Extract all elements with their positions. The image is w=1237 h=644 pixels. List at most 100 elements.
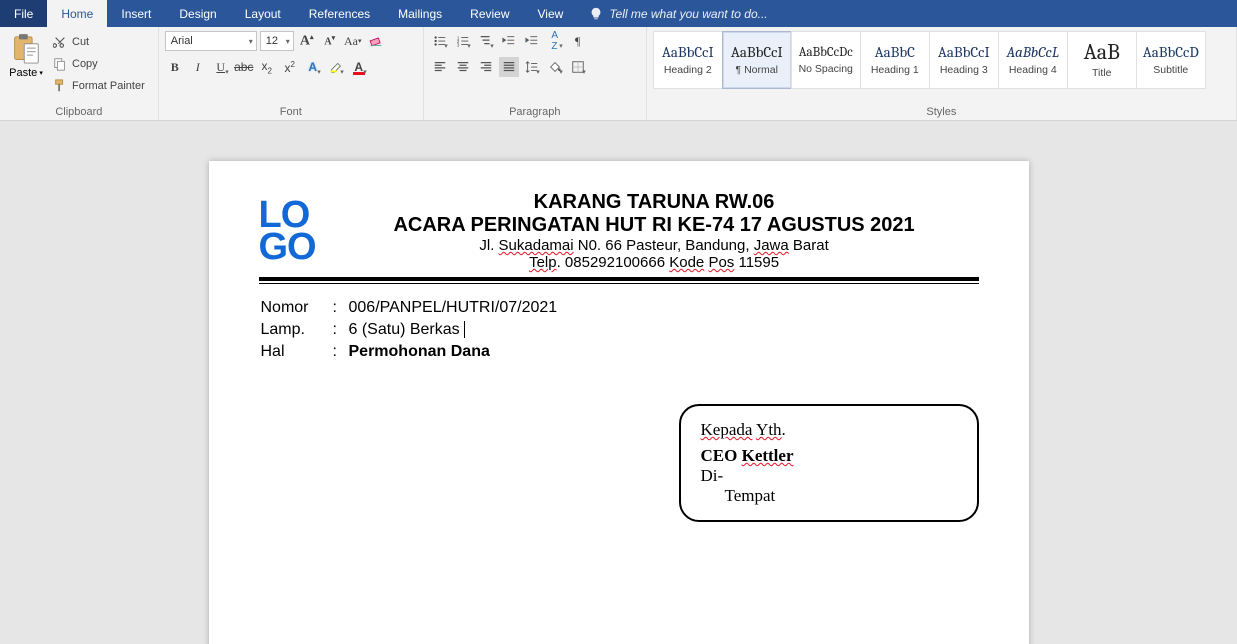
lamp-label: Lamp. xyxy=(261,320,331,340)
justify-icon xyxy=(502,60,516,74)
style-tile-heading-3[interactable]: AaBbCcIHeading 3 xyxy=(929,31,999,89)
numbering-button[interactable]: 123 xyxy=(453,31,473,51)
hal-value: Permohonan Dana xyxy=(349,342,558,362)
style-tile-subtitle[interactable]: AaBbCcDSubtitle xyxy=(1136,31,1206,89)
ribbon: Paste▾ Cut Copy Format Painter Clipboard xyxy=(0,27,1237,121)
font-name-combo[interactable]: Arial▾ xyxy=(165,31,257,51)
document-area[interactable]: LO GO KARANG TARUNA RW.06 ACARA PERINGAT… xyxy=(0,121,1237,644)
style-tile--normal[interactable]: AaBbCcI ¶ Normal xyxy=(722,31,792,89)
shrink-font-button[interactable]: A▾ xyxy=(320,31,340,51)
align-right-icon xyxy=(479,60,493,74)
grow-font-button[interactable]: A▴ xyxy=(297,31,317,51)
tab-mailings[interactable]: Mailings xyxy=(384,0,456,27)
multilevel-button[interactable] xyxy=(476,31,496,51)
line-spacing-button[interactable] xyxy=(522,57,542,77)
tab-view[interactable]: View xyxy=(524,0,578,27)
outdent-icon xyxy=(502,34,516,48)
group-paragraph: 123 AZ ¶ Paragraph xyxy=(424,27,647,120)
bullets-button[interactable] xyxy=(430,31,450,51)
addr-tempat: Tempat xyxy=(701,486,957,506)
italic-button[interactable]: I xyxy=(188,57,208,77)
style-label: ¶ Normal xyxy=(736,64,778,76)
tab-file[interactable]: File xyxy=(0,0,47,27)
font-size-value: 12 xyxy=(266,35,278,47)
align-right-button[interactable] xyxy=(476,57,496,77)
show-marks-button[interactable]: ¶ xyxy=(568,31,588,51)
style-tile-no-spacing[interactable]: AaBbCcDcNo Spacing xyxy=(791,31,861,89)
align-left-button[interactable] xyxy=(430,57,450,77)
logo: LO GO xyxy=(259,199,316,264)
increase-indent-button[interactable] xyxy=(522,31,542,51)
style-tile-heading-2[interactable]: AaBbCcIHeading 2 xyxy=(653,31,723,89)
tab-references[interactable]: References xyxy=(295,0,384,27)
tab-insert[interactable]: Insert xyxy=(107,0,165,27)
tell-me[interactable]: Tell me what you want to do... xyxy=(577,0,767,27)
copy-button[interactable]: Copy xyxy=(50,55,148,73)
scissors-icon xyxy=(53,35,67,49)
page[interactable]: LO GO KARANG TARUNA RW.06 ACARA PERINGAT… xyxy=(209,161,1029,644)
menu-tabs: File Home Insert Design Layout Reference… xyxy=(0,0,1237,27)
justify-button[interactable] xyxy=(499,57,519,77)
font-color-button[interactable]: A xyxy=(349,57,369,77)
clear-formatting-button[interactable] xyxy=(366,31,386,51)
logo-bottom: GO xyxy=(259,231,316,263)
group-font: Arial▾ 12▾ A▴ A▾ Aa▾ B I U abc x2 x2 A A… xyxy=(159,27,424,120)
tab-layout[interactable]: Layout xyxy=(231,0,295,27)
align-center-button[interactable] xyxy=(453,57,473,77)
style-label: Heading 1 xyxy=(871,64,919,76)
head-line2: ACARA PERINGATAN HUT RI KE-74 17 AGUSTUS… xyxy=(330,214,979,237)
tab-home[interactable]: Home xyxy=(47,0,107,27)
underline-button[interactable]: U xyxy=(211,57,231,77)
style-preview: AaBbCcD xyxy=(1143,45,1199,60)
align-left-icon xyxy=(433,60,447,74)
superscript-button[interactable]: x2 xyxy=(280,57,300,77)
text-effects-button[interactable]: A xyxy=(303,57,323,77)
style-preview: AaB xyxy=(1084,41,1120,63)
bucket-icon xyxy=(548,60,562,74)
eraser-icon xyxy=(369,34,383,48)
tab-design[interactable]: Design xyxy=(165,0,230,27)
format-painter-label: Format Painter xyxy=(72,80,145,92)
group-font-label: Font xyxy=(165,104,417,118)
nomor-value: 006/PANPEL/HUTRI/07/2021 xyxy=(349,298,558,318)
borders-icon xyxy=(571,60,585,74)
style-tile-title[interactable]: AaBTitle xyxy=(1067,31,1137,89)
tab-review[interactable]: Review xyxy=(456,0,523,27)
sort-button[interactable]: AZ xyxy=(545,31,565,51)
numbering-icon: 123 xyxy=(456,34,470,48)
group-clipboard: Paste▾ Cut Copy Format Painter Clipboard xyxy=(0,27,159,120)
cut-button[interactable]: Cut xyxy=(50,33,148,51)
bold-button[interactable]: B xyxy=(165,57,185,77)
style-tile-heading-1[interactable]: AaBbC Heading 1 xyxy=(860,31,930,89)
font-size-combo[interactable]: 12▾ xyxy=(260,31,294,51)
svg-text:3: 3 xyxy=(457,42,460,47)
addr-kepada: Kepada Yth. xyxy=(701,420,957,440)
paste-label: Paste xyxy=(9,67,37,79)
addr-di: Di- xyxy=(701,466,957,486)
style-label: Heading 3 xyxy=(940,64,988,76)
style-label: Heading 2 xyxy=(664,64,712,76)
change-case-button[interactable]: Aa▾ xyxy=(343,31,363,51)
group-styles: AaBbCcIHeading 2 AaBbCcI ¶ Normal AaBbCcDcN… xyxy=(647,27,1237,120)
highlighter-icon xyxy=(329,60,343,74)
hal-label: Hal xyxy=(261,342,331,362)
strikethrough-button[interactable]: abc xyxy=(234,57,254,77)
format-painter-button[interactable]: Format Painter xyxy=(50,77,148,95)
shading-button[interactable] xyxy=(545,57,565,77)
rule-thin xyxy=(259,283,979,284)
style-preview: AaBbCcI xyxy=(731,45,783,60)
highlight-button[interactable] xyxy=(326,57,346,77)
cut-label: Cut xyxy=(72,36,89,48)
rule-thick xyxy=(259,277,979,281)
bullets-icon xyxy=(433,34,447,48)
spacing-icon xyxy=(525,60,539,74)
style-preview: AaBbC xyxy=(875,45,915,60)
paste-button[interactable]: Paste▾ xyxy=(6,31,46,81)
nomor-label: Nomor xyxy=(261,298,331,318)
style-tile-heading-4[interactable]: AaBbCcLHeading 4 xyxy=(998,31,1068,89)
brush-icon xyxy=(53,79,67,93)
style-label: Heading 4 xyxy=(1009,64,1057,76)
decrease-indent-button[interactable] xyxy=(499,31,519,51)
borders-button[interactable] xyxy=(568,57,588,77)
subscript-button[interactable]: x2 xyxy=(257,57,277,77)
